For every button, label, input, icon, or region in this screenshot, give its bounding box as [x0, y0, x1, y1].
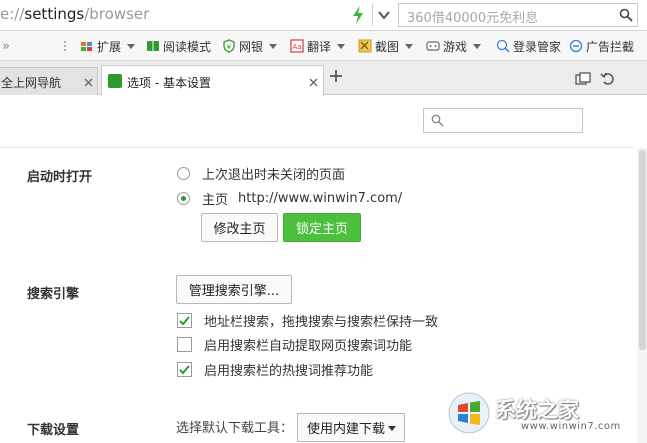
ad-block-icon — [569, 39, 583, 53]
drag-handle-icon — [64, 41, 66, 51]
toolbar-item-bank[interactable]: ¥ 网银 — [222, 38, 278, 54]
download-section-title: 下载设置 — [27, 423, 80, 438]
checkmark-icon — [179, 364, 190, 374]
toolbar-label: 游戏 — [443, 39, 468, 54]
toolbar-label: 翻译 — [307, 39, 332, 54]
search-option-sync[interactable]: 地址栏搜索，拖拽搜索与搜索栏保持一致 — [177, 312, 439, 330]
startup-option-last-session[interactable]: 上次退出时未关闭的页面 — [177, 165, 346, 183]
caret-down-icon[interactable] — [269, 43, 278, 49]
toolbar-label: 阅读模式 — [163, 39, 212, 54]
search-placeholder: 360借40000元免利息 — [407, 11, 539, 26]
svg-text:¥: ¥ — [227, 43, 232, 51]
caret-down-icon — [388, 426, 396, 431]
tab-label: 全上网导航 — [1, 76, 62, 90]
lock-homepage-button[interactable]: 锁定主页 — [283, 213, 361, 242]
toolbar-label: 广告拦截 — [586, 39, 635, 54]
watermark: 系统之家 www.winwin7.com — [447, 388, 647, 443]
toolbar-label: 网银 — [239, 39, 264, 54]
undo-close-icon[interactable] — [600, 71, 616, 87]
checkbox-sync[interactable] — [177, 312, 192, 328]
toolbar-item-games[interactable]: 游戏 — [426, 38, 482, 54]
scissors-icon — [358, 39, 372, 53]
tab-settings[interactable]: 选项 - 基本设置 — [101, 65, 324, 96]
translate-icon: Aa — [290, 39, 304, 53]
watermark-domain: www.winwin7.com — [521, 421, 621, 432]
puzzle-icon — [81, 42, 92, 51]
gamepad-icon — [426, 41, 440, 51]
checkmark-icon — [179, 315, 190, 325]
download-tool-label: 选择默认下载工具： — [176, 421, 294, 436]
radio-homepage[interactable] — [177, 191, 190, 205]
new-tab-plus-icon[interactable] — [329, 69, 343, 83]
option-label: 启用搜索栏的热搜词推荐功能 — [204, 363, 374, 379]
double-chevron-icon[interactable]: » — [2, 39, 10, 54]
windows-logo-icon — [448, 392, 490, 434]
search-icon[interactable] — [619, 8, 633, 22]
toolbar-label: 扩展 — [97, 39, 122, 54]
url-suffix: /browser — [84, 5, 150, 23]
tab-list-icon[interactable] — [575, 72, 591, 86]
book-icon — [147, 41, 159, 51]
option-label: 地址栏搜索，拖拽搜索与搜索栏保持一致 — [204, 314, 439, 330]
toolbar-item-screenshot[interactable]: 截图 — [358, 38, 414, 54]
caret-down-icon[interactable] — [405, 43, 414, 49]
tab-navigation[interactable]: 全上网导航 — [0, 67, 98, 95]
tab-strip: 全上网导航 选项 - 基本设置 — [0, 61, 647, 96]
login-key-icon — [496, 39, 510, 53]
search-engine-section-title: 搜索引擎 — [27, 287, 80, 302]
address-divider — [372, 4, 373, 26]
checkbox-extract[interactable] — [177, 336, 192, 352]
url-field[interactable]: e://settings/browser — [0, 5, 149, 23]
modify-homepage-button[interactable]: 修改主页 — [201, 213, 278, 242]
watermark-text: 系统之家 — [495, 398, 579, 422]
caret-down-icon[interactable] — [127, 43, 136, 49]
chevron-down-icon[interactable] — [376, 8, 392, 22]
settings-search-input[interactable] — [423, 108, 583, 133]
tab-label: 选项 - 基本设置 — [127, 76, 211, 90]
url-prefix: e:// — [0, 5, 25, 23]
toolbar-item-reader[interactable]: 阅读模式 — [146, 38, 211, 54]
startup-section-title: 启动时打开 — [27, 170, 93, 185]
search-icon — [431, 114, 444, 127]
svg-text:Aa: Aa — [292, 43, 301, 51]
url-main: settings — [24, 5, 85, 23]
caret-down-icon[interactable] — [473, 43, 482, 49]
toolbar-item-translate[interactable]: Aa 翻译 — [290, 38, 346, 54]
option-label: 启用搜索栏自动提取网页搜索词功能 — [204, 338, 413, 354]
startup-option-homepage[interactable]: 主页 http://www.winwin7.com/ — [177, 190, 403, 208]
toolbar-item-ad-block[interactable]: 广告拦截 — [569, 38, 634, 54]
manage-search-engines-button[interactable]: 管理搜索引擎... — [176, 275, 292, 304]
toolbar-item-extensions[interactable]: 扩展 — [80, 38, 136, 54]
scrollbar-thumb[interactable] — [639, 150, 646, 350]
lightning-icon[interactable] — [350, 5, 366, 25]
toolbar-item-login-manager[interactable]: 登录管家 — [496, 38, 561, 54]
select-value: 使用内建下载 — [307, 422, 386, 437]
option-label: 主页 — [202, 192, 229, 208]
search-option-hot-words[interactable]: 启用搜索栏的热搜词推荐功能 — [177, 361, 374, 379]
download-tool-select[interactable]: 使用内建下载 — [297, 413, 405, 442]
close-icon[interactable] — [309, 78, 318, 87]
caret-down-icon[interactable] — [337, 43, 346, 49]
search-input[interactable]: 360借40000元免利息 — [398, 3, 638, 27]
address-bar: e://settings/browser 360借40000元免利息 — [0, 0, 647, 31]
search-option-extract[interactable]: 启用搜索栏自动提取网页搜索词功能 — [177, 336, 413, 354]
toolbar-label: 登录管家 — [513, 39, 562, 54]
wrench-icon — [108, 74, 122, 88]
radio-last-session[interactable] — [177, 166, 190, 180]
toolbar-label: 截图 — [375, 39, 400, 54]
checkbox-hot-words[interactable] — [177, 361, 192, 377]
header-divider — [0, 147, 634, 148]
close-icon[interactable] — [84, 78, 93, 87]
extension-toolbar: » 扩展 阅读模式 ¥ 网银 Aa 翻译 截图 游戏 登录管家 广告拦截 — [0, 31, 647, 61]
bank-shield-icon: ¥ — [223, 39, 235, 53]
option-label: 上次退出时未关闭的页面 — [202, 167, 346, 183]
homepage-url: http://www.winwin7.com/ — [238, 190, 403, 206]
